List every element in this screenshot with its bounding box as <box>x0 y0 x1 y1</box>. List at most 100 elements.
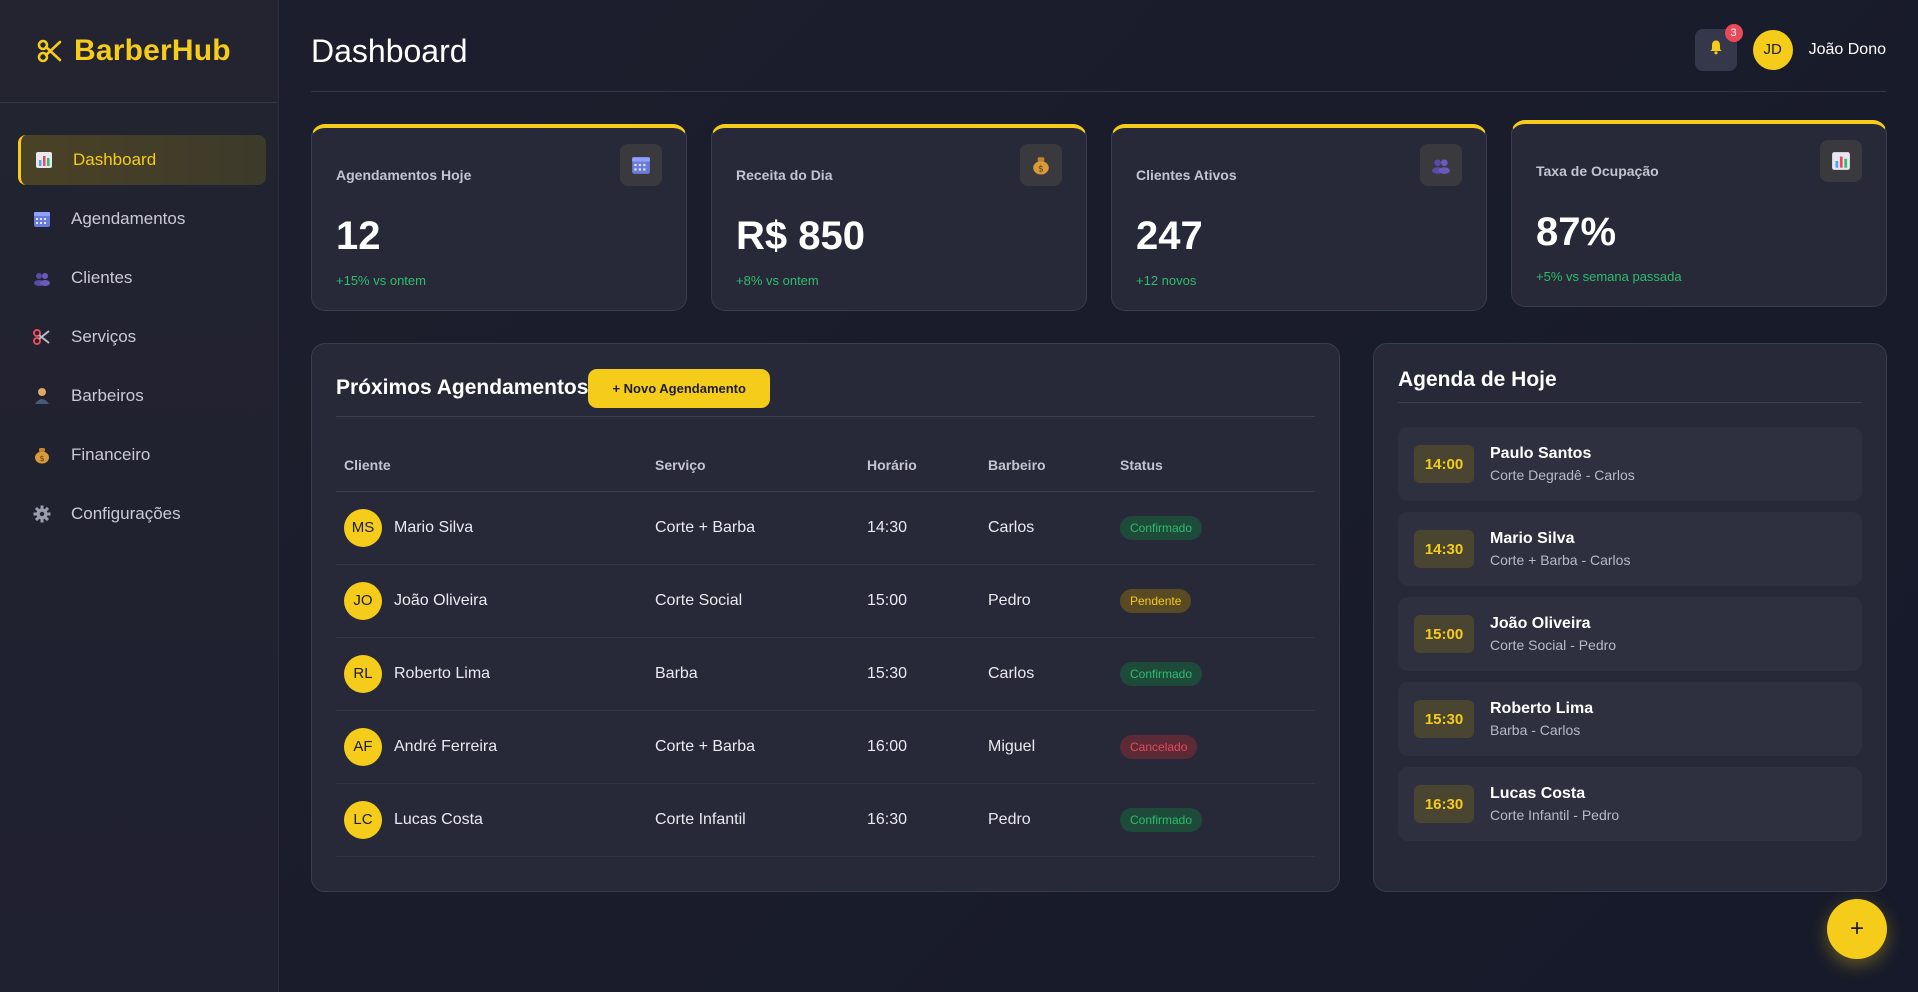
column-header-status[interactable]: Status <box>1112 439 1315 492</box>
stat-card-clientes: Clientes Ativos 247 +12 novos <box>1111 124 1487 311</box>
appointments-panel: Próximos Agendamentos + Novo Agendamento… <box>311 343 1340 892</box>
sidebar-item-dashboard[interactable]: Dashboard <box>18 135 266 185</box>
logo[interactable]: BarberHub <box>0 0 278 103</box>
calendar-icon <box>33 210 51 228</box>
agenda-title: Agenda de Hoje <box>1398 368 1557 391</box>
svg-text:$: $ <box>39 454 44 463</box>
service-cell: Corte Infantil <box>647 783 859 857</box>
sidebar-item-label: Dashboard <box>73 150 157 169</box>
status-badge: Confirmado <box>1120 515 1203 540</box>
sidebar-item-servicos[interactable]: Serviços <box>18 312 266 362</box>
topbar: Dashboard 3 JD João Dono <box>311 0 1886 92</box>
sidebar-item-clientes[interactable]: Clientes <box>18 253 266 303</box>
table-row[interactable]: RL Roberto Lima Barba 15:30 Carlos Confir… <box>336 637 1315 711</box>
agenda-item[interactable]: 15:00 João Oliveira Corte Social - Pedro <box>1398 597 1862 671</box>
column-header-horario[interactable]: Horário <box>859 439 980 492</box>
stat-label: Clientes Ativos <box>1136 167 1237 183</box>
chart-icon <box>1820 140 1862 182</box>
sidebar-item-label: Agendamentos <box>71 209 186 228</box>
user-avatar[interactable]: JD <box>1752 29 1793 70</box>
user-area: 3 JD João Dono <box>1694 23 1886 71</box>
time-cell: 15:00 <box>859 564 980 638</box>
scissors-icon <box>34 36 64 66</box>
agenda-client-name: Roberto Lima <box>1490 700 1594 717</box>
avatar: JO <box>344 581 382 620</box>
table-row[interactable]: JO João Oliveira Corte Social 15:00 Pedro… <box>336 564 1315 638</box>
sidebar-item-barbeiros[interactable]: Barbeiros <box>18 371 266 421</box>
scissors-icon <box>33 328 51 346</box>
stat-change: +12 novos <box>1136 273 1197 288</box>
stat-change: +15% vs ontem <box>336 273 426 288</box>
agenda-time: 14:00 <box>1414 445 1474 483</box>
sidebar-item-label: Barbeiros <box>71 386 144 405</box>
agenda-item[interactable]: 15:30 Roberto Lima Barba - Carlos <box>1398 682 1862 756</box>
column-header-servico[interactable]: Serviço <box>647 439 859 492</box>
add-floating-button[interactable]: + <box>1827 899 1887 959</box>
client-name: Mario Silva <box>394 518 474 536</box>
barber-cell: Carlos <box>980 637 1112 711</box>
main-content: Dashboard 3 JD João Dono Agendamentos Ho… <box>279 0 1918 992</box>
agenda-time: 15:00 <box>1414 615 1474 653</box>
time-cell: 15:30 <box>859 637 980 711</box>
appointments-header: Próximos Agendamentos + Novo Agendamento <box>336 368 1315 408</box>
time-cell: 16:00 <box>859 710 980 784</box>
sidebar-item-financeiro[interactable]: $ Financeiro <box>18 430 266 480</box>
user-name[interactable]: João Dono <box>1809 41 1886 59</box>
stat-label: Taxa de Ocupação <box>1536 163 1659 179</box>
avatar: MS <box>344 508 382 547</box>
client-name: Roberto Lima <box>394 664 491 682</box>
table-row[interactable]: MS Mario Silva Corte + Barba 14:30 Carlos… <box>336 491 1315 565</box>
barber-cell: Pedro <box>980 564 1112 638</box>
calendar-icon <box>620 144 662 186</box>
column-header-cliente[interactable]: Cliente <box>336 439 647 492</box>
sidebar: BarberHub Dashboard Agendamentos Cliente… <box>0 0 279 992</box>
stat-value: 87% <box>1536 210 1617 254</box>
agenda-item[interactable]: 14:00 Paulo Santos Corte Degradê - Carlos <box>1398 427 1862 501</box>
agenda-client-name: Lucas Costa <box>1490 785 1586 802</box>
agenda-detail: Corte Infantil - Pedro <box>1490 807 1620 823</box>
stat-change: +8% vs ontem <box>736 273 819 288</box>
sidebar-item-label: Configurações <box>71 504 181 523</box>
users-icon <box>33 269 51 287</box>
service-cell: Barba <box>647 637 859 711</box>
agenda-item[interactable]: 16:30 Lucas Costa Corte Infantil - Pedro <box>1398 767 1862 841</box>
money-bag-icon: $ <box>33 446 51 464</box>
service-cell: Corte + Barba <box>647 491 859 565</box>
agenda-client-name: Paulo Santos <box>1490 445 1592 462</box>
table-row[interactable]: LC Lucas Costa Corte Infantil 16:30 Pedro… <box>336 783 1315 857</box>
notifications-button[interactable]: 3 <box>1694 23 1743 71</box>
svg-text:$: $ <box>1038 165 1044 175</box>
sidebar-item-label: Clientes <box>71 268 133 287</box>
sidebar-item-configuracoes[interactable]: Configurações <box>18 489 266 539</box>
appointments-table: Cliente Serviço Horário Barbeiro Status … <box>336 439 1315 857</box>
agenda-detail: Corte Social - Pedro <box>1490 637 1617 653</box>
table-row[interactable]: AF André Ferreira Corte + Barba 16:00 Mig… <box>336 710 1315 784</box>
status-badge: Confirmado <box>1120 661 1203 686</box>
client-name: André Ferreira <box>394 737 498 755</box>
avatar: LC <box>344 800 382 839</box>
new-appointment-button[interactable]: + Novo Agendamento <box>588 368 770 408</box>
chart-icon <box>35 151 53 169</box>
agenda-item[interactable]: 14:30 Mario Silva Corte + Barba - Carlos <box>1398 512 1862 586</box>
stat-change: +5% vs semana passada <box>1536 269 1682 284</box>
stat-card-receita: Receita do Dia $ R$ 850 +8% vs ontem <box>711 124 1087 311</box>
notification-badge: 3 <box>1724 23 1743 42</box>
stat-card-ocupacao: Taxa de Ocupação 87% +5% vs semana passa… <box>1511 120 1887 307</box>
sidebar-nav: Dashboard Agendamentos Clientes Serviços… <box>0 103 278 539</box>
agenda-detail: Barba - Carlos <box>1490 722 1581 738</box>
stat-value: 12 <box>336 214 381 258</box>
money-bag-icon: $ <box>1020 144 1062 186</box>
app-name: BarberHub <box>74 34 231 67</box>
sidebar-item-agendamentos[interactable]: Agendamentos <box>18 194 266 244</box>
client-name: Lucas Costa <box>394 810 483 828</box>
users-icon <box>1420 144 1462 186</box>
barber-cell: Carlos <box>980 491 1112 565</box>
stat-label: Agendamentos Hoje <box>336 167 472 183</box>
barber-cell: Pedro <box>980 783 1112 857</box>
gear-icon <box>33 505 51 523</box>
column-header-barbeiro[interactable]: Barbeiro <box>980 439 1112 492</box>
avatar: AF <box>344 727 382 766</box>
stat-value: R$ 850 <box>736 214 865 258</box>
appointments-title: Próximos Agendamentos <box>336 376 589 399</box>
status-badge: Cancelado <box>1120 734 1198 759</box>
